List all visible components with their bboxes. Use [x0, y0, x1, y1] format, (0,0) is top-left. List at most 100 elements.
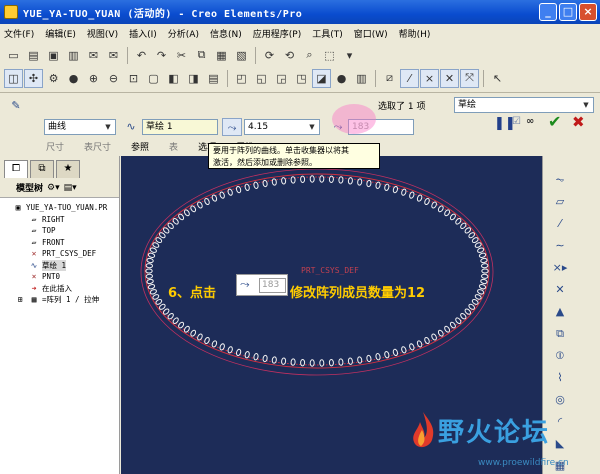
tree-item[interactable]: ⊞ ▦ =阵列 1 / 拉伸	[0, 294, 119, 306]
curve-collector-value: 草绘 1	[146, 122, 173, 132]
tree-item[interactable]: ▱ FRONT	[0, 237, 119, 249]
datum-plane-tool-icon[interactable]: ▱	[549, 192, 571, 211]
menu-analysis[interactable]: 分析(A)	[168, 27, 199, 40]
select-dropdown-icon[interactable]: ▾	[340, 46, 359, 65]
shaded-icon[interactable]: ◳	[292, 69, 311, 88]
menu-tools[interactable]: 工具(T)	[312, 27, 343, 40]
print-icon[interactable]: ▥	[64, 46, 83, 65]
tree-item[interactable]: ➜ 在此插入	[0, 283, 119, 295]
selection-filter-dropdown[interactable]: 草绘 ▼	[454, 97, 594, 113]
spacing-mode-icon[interactable]: ⤳	[222, 118, 242, 136]
chevron-down-icon[interactable]: ▼	[580, 99, 592, 111]
datum-planes-icon[interactable]: ⧄	[380, 69, 399, 88]
glasses-icon[interactable]: ∞	[526, 116, 534, 127]
spacing-input[interactable]: 4.15 ▼	[244, 119, 320, 135]
tree-item[interactable]: ∿ 草绘 1	[0, 259, 119, 272]
expand-icon[interactable]: ⊞	[14, 295, 26, 304]
sweep-tool-icon[interactable]: ⌇	[549, 368, 571, 387]
maximize-button[interactable]: □	[559, 3, 577, 21]
datum-axes-icon[interactable]: ⁄	[400, 68, 419, 88]
spin-center-icon[interactable]: ✣	[24, 68, 43, 88]
refit-icon[interactable]: ⊡	[124, 69, 143, 88]
repaint-icon[interactable]: ▢	[144, 69, 163, 88]
menu-applications[interactable]: 应用程序(P)	[253, 27, 301, 40]
wireframe-icon[interactable]: ◫	[4, 68, 23, 88]
menu-edit[interactable]: 编辑(E)	[45, 27, 76, 40]
tab-tables[interactable]: 表	[169, 140, 178, 153]
zoom-out-icon[interactable]: ⊖	[104, 69, 123, 88]
round-tool-icon[interactable]: ◜	[549, 412, 571, 431]
tree-columns-icon[interactable]: ▤▾	[64, 183, 77, 193]
tree-item[interactable]: ✕ PRT_CSYS_DEF	[0, 248, 119, 260]
redo-icon[interactable]: ↷	[152, 46, 171, 65]
hole-tool-icon[interactable]: ◎	[549, 390, 571, 409]
find-icon[interactable]: ⌕	[300, 46, 319, 65]
tab-table-dimensions[interactable]: 表尺寸	[84, 140, 111, 153]
pattern-type-dropdown[interactable]: 曲线 ▼	[44, 119, 116, 135]
menu-view[interactable]: 视图(V)	[87, 27, 118, 40]
orient-icon[interactable]: ⚙	[44, 69, 63, 88]
paste-special-icon[interactable]: ▧	[232, 46, 251, 65]
layers-icon[interactable]: ▤	[204, 69, 223, 88]
shading-icon[interactable]: ◰	[232, 69, 251, 88]
context-help-icon[interactable]: ↖	[488, 69, 507, 88]
email-icon[interactable]: ✉	[84, 46, 103, 65]
datum-curve-tool-icon[interactable]: ∼	[549, 236, 571, 255]
undo-icon[interactable]: ↶	[132, 46, 151, 65]
regenerate-icon[interactable]: ⟳	[260, 46, 279, 65]
window-title: YUE_YA-TUO_YUAN (活动的) - Creo Elements/Pr…	[23, 8, 303, 20]
datum-axis-tool-icon[interactable]: ⁄	[549, 214, 571, 233]
model-tree-tab-icon[interactable]: ⧠	[4, 160, 28, 178]
preview-check-icon[interactable]: ☑	[512, 116, 521, 127]
view-manager-icon[interactable]: ◨	[184, 69, 203, 88]
close-button[interactable]: ×	[579, 3, 597, 21]
chevron-down-icon[interactable]: ▼	[306, 121, 318, 133]
menu-file[interactable]: 文件(F)	[4, 27, 34, 40]
csys-icon[interactable]: ✕	[440, 68, 459, 88]
chamfer-tool-icon[interactable]: ◣	[549, 434, 571, 453]
cancel-x-icon[interactable]: ✖	[572, 113, 585, 131]
tab-references[interactable]: 参照	[131, 140, 149, 153]
tree-settings-icon[interactable]: ⚙▾	[47, 183, 60, 193]
annotations-icon[interactable]: ⤧	[460, 68, 479, 88]
no-hidden-icon[interactable]: ◲	[272, 69, 291, 88]
analysis-tool-icon[interactable]: ▲	[549, 302, 571, 321]
hidden-line-icon[interactable]: ◱	[252, 69, 271, 88]
curve-collector[interactable]: 草绘 1	[142, 119, 218, 135]
tab-dimensions[interactable]: 尺寸	[46, 140, 64, 153]
perspective-icon[interactable]: ●	[332, 69, 351, 88]
appearance-icon[interactable]: ●	[64, 69, 83, 88]
tree-item[interactable]: ▱ TOP	[0, 225, 119, 237]
save-icon[interactable]: ▣	[44, 46, 63, 65]
sketch-tool-icon[interactable]: ⏦	[549, 170, 571, 189]
menu-insert[interactable]: 插入(I)	[129, 27, 157, 40]
wire-shade-icon[interactable]: ◪	[312, 68, 331, 88]
open-icon[interactable]: ▤	[24, 46, 43, 65]
menu-help[interactable]: 帮助(H)	[399, 27, 431, 40]
tree-item[interactable]: ▱ RIGHT	[0, 214, 119, 226]
csys-tool-icon[interactable]: ✕	[549, 280, 571, 299]
folder-browser-tab-icon[interactable]: ⧉	[30, 160, 54, 178]
paste-icon[interactable]: ▦	[212, 46, 231, 65]
revolve-tool-icon[interactable]: ⦶	[549, 346, 571, 365]
saved-views-icon[interactable]: ◧	[164, 69, 183, 88]
datum-points-icon[interactable]: ×	[420, 68, 439, 88]
zoom-in-icon[interactable]: ⊕	[84, 69, 103, 88]
chevron-down-icon[interactable]: ▼	[102, 121, 114, 133]
menu-window[interactable]: 窗口(W)	[354, 27, 388, 40]
favorites-tab-icon[interactable]: ★	[56, 160, 80, 178]
regen-manager-icon[interactable]: ⟲	[280, 46, 299, 65]
menu-info[interactable]: 信息(N)	[210, 27, 242, 40]
display-style-icon[interactable]: ▥	[352, 69, 371, 88]
extrude-tool-icon[interactable]: ⧉	[549, 324, 571, 343]
cut-icon[interactable]: ✂	[172, 46, 191, 65]
accept-check-icon[interactable]: ✔	[548, 112, 561, 131]
select-box-icon[interactable]: ⬚	[320, 46, 339, 65]
datum-point-tool-icon[interactable]: ×▸	[549, 258, 571, 277]
tree-item[interactable]: × PNT0	[0, 271, 119, 283]
minimize-button[interactable]: _	[539, 3, 557, 21]
email-attach-icon[interactable]: ✉	[104, 46, 123, 65]
copy-icon[interactable]: ⧉	[192, 46, 211, 65]
new-icon[interactable]: ▭	[4, 46, 23, 65]
tree-item[interactable]: ▣ YUE_YA-TUO_YUAN.PR	[0, 202, 119, 214]
